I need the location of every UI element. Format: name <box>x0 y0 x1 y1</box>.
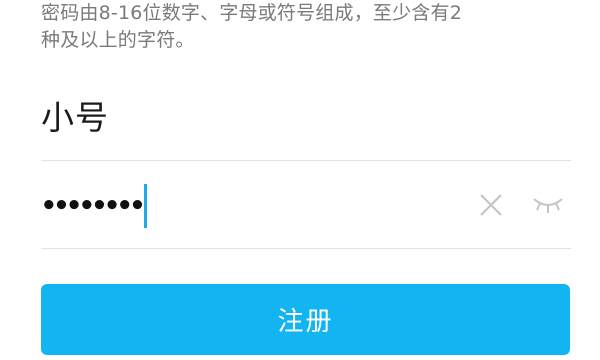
divider <box>41 160 571 161</box>
clear-icon[interactable] <box>478 192 504 218</box>
password-masked-value: •••••••• <box>41 191 145 221</box>
text-caret <box>144 184 148 228</box>
account-nickname: 小号 <box>41 98 109 137</box>
password-input[interactable]: •••••••• <box>41 184 148 228</box>
register-button-label: 注册 <box>277 307 334 337</box>
password-hint-line-2: 种及以上的字符。 <box>41 29 195 51</box>
divider <box>41 248 571 249</box>
password-hint: 密码由8-16位数字、字母或符号组成，至少含有2 种及以上的字符。 <box>41 0 571 54</box>
register-button[interactable]: 注册 <box>41 284 570 355</box>
eye-closed-icon[interactable] <box>531 193 565 217</box>
password-hint-line-1: 密码由8-16位数字、字母或符号组成，至少含有2 <box>41 2 463 24</box>
password-field-row[interactable]: •••••••• <box>41 170 571 240</box>
